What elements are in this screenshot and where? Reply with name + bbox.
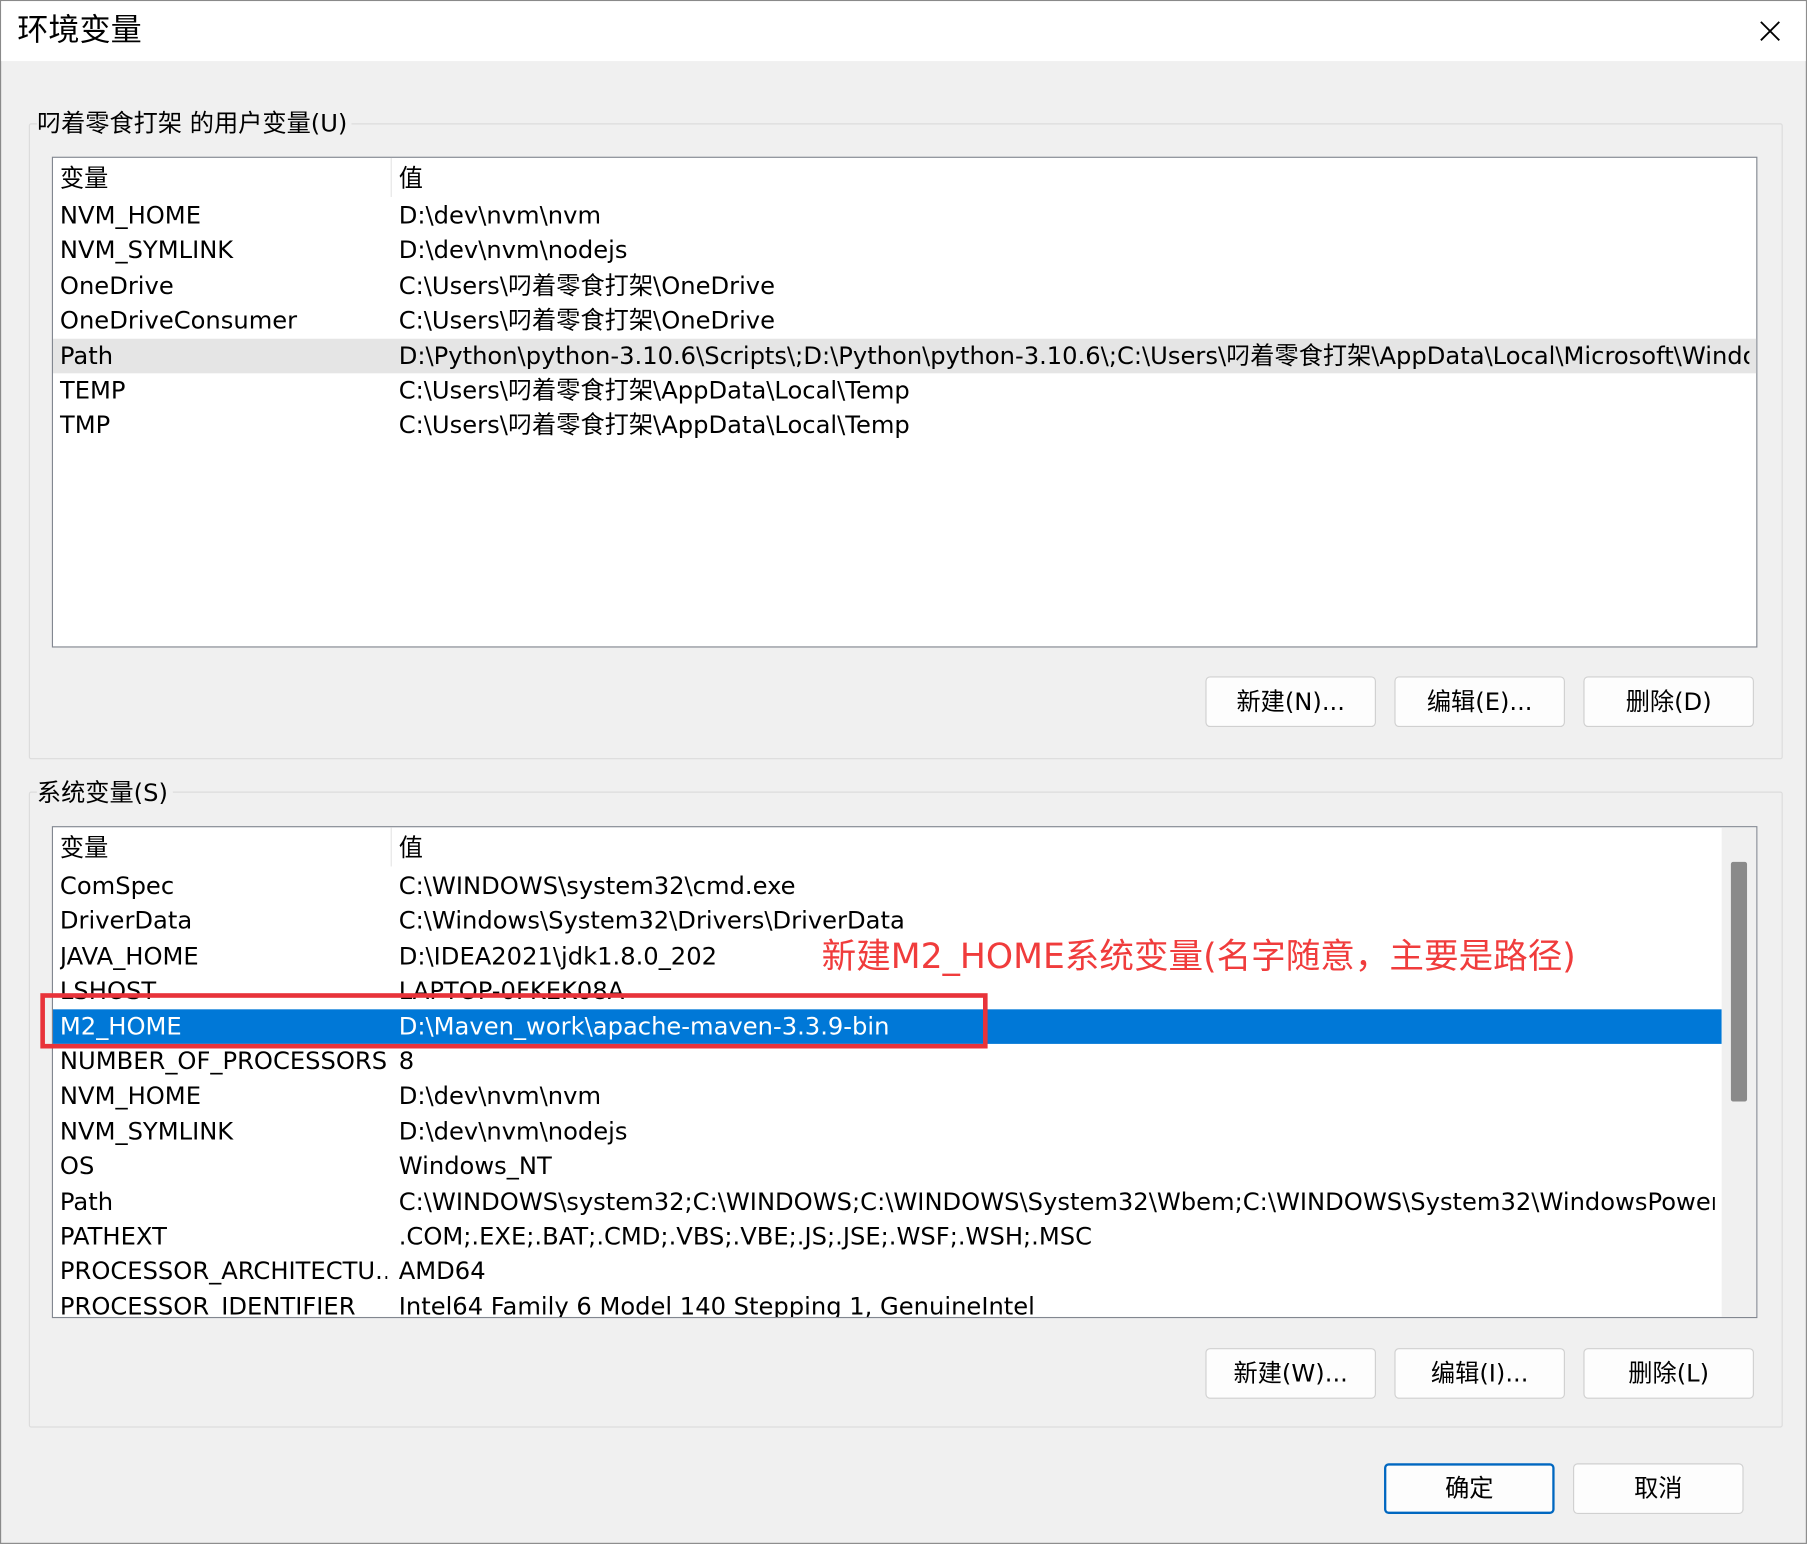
variable-value-cell: C:\Windows\System32\Drivers\DriverData [398,907,905,935]
window-title: 环境变量 [17,12,142,49]
variable-value-cell: C:\Users\叼着零食打架\AppData\Local\Temp [398,376,910,405]
variable-value-cell: Windows_NT [398,1152,552,1181]
column-header-variable[interactable]: 变量 [60,827,108,868]
variable-name-cell: JAVA_HOME [59,942,199,970]
list-row[interactable]: OS Windows_NT [53,1149,1722,1184]
variable-value-cell: C:\Users\叼着零食打架\OneDrive [398,306,776,335]
column-separator[interactable] [390,827,392,867]
variable-value-cell: C:\Users\叼着零食打架\OneDrive [398,271,776,300]
list-row[interactable]: TMP C:\Users\叼着零食打架\AppData\Local\Temp [53,408,1756,443]
variable-name-cell: Path [59,341,114,370]
variable-value-cell: AMD64 [398,1257,486,1286]
list-row[interactable]: ComSpec C:\WINDOWS\system32\cmd.exe [53,869,1722,904]
variable-value-cell: D:\dev\nvm\nvm [398,1082,602,1111]
annotation-highlight-box [40,993,988,1049]
variable-name-cell: PROCESSOR_ARCHITECTU... [59,1257,388,1286]
variable-name-cell: PROCESSOR_IDENTIFIER [59,1292,356,1319]
variable-name-cell: NVM_SYMLINK [59,236,234,265]
variable-value-cell: Intel64 Family 6 Model 140 Stepping 1, G… [398,1292,1035,1319]
variable-name-cell: PATHEXT [59,1222,167,1251]
cancel-button[interactable]: 取消 [1573,1463,1744,1514]
user-delete-button[interactable]: 删除(D) [1583,676,1754,728]
list-row[interactable]: NVM_SYMLINK D:\dev\nvm\nodejs [53,1114,1722,1149]
environment-variables-dialog: 环境变量 叼着零食打架 的用户变量(U) 变量 值 NVM_HOME D:\dev… [0,0,1807,1544]
list-row[interactable]: PROCESSOR_IDENTIFIER Intel64 Family 6 Mod… [53,1289,1722,1319]
variable-value-cell: D:\Python\python-3.10.6\Scripts\;D:\Pyth… [398,341,1750,370]
variable-value-cell: 8 [398,1047,415,1076]
system-delete-button[interactable]: 删除(L) [1583,1348,1754,1399]
close-button[interactable] [1734,1,1805,61]
variable-value-cell: D:\dev\nvm\nodejs [398,236,628,265]
column-separator[interactable] [390,157,392,198]
variable-name-cell: NVM_HOME [59,201,201,230]
user-new-button[interactable]: 新建(N)... [1205,676,1376,728]
list-row[interactable]: OneDriveConsumer C:\Users\叼着零食打架\OneDrive [53,303,1756,338]
variable-name-cell: OneDriveConsumer [59,306,298,335]
variable-name-cell: OneDrive [59,271,174,300]
variable-value-cell: C:\WINDOWS\system32\cmd.exe [398,872,796,900]
list-row[interactable]: TEMP C:\Users\叼着零食打架\AppData\Local\Temp [53,373,1756,408]
user-variables-label: 叼着零食打架 的用户变量(U) [36,107,352,140]
variable-value-cell: D:\dev\nvm\nodejs [398,1117,628,1146]
variable-name-cell: Path [59,1187,114,1216]
annotation-text: 新建M2_HOME系统变量(名字随意，主要是路径) [821,936,1576,978]
system-variables-list[interactable]: 变量 值 ComSpec C:\WINDOWS\system32\cmd.exe D… [51,826,1758,1319]
list-row[interactable]: Path D:\Python\python-3.10.6\Scripts\;D:\… [53,338,1757,374]
list-row[interactable]: NVM_HOME D:\dev\nvm\nvm [53,198,1756,233]
system-variables-label: 系统变量(S) [36,776,173,809]
list-row[interactable]: NVM_SYMLINK D:\dev\nvm\nodejs [53,233,1756,268]
variable-name-cell: TEMP [59,376,126,405]
list-row[interactable]: PATHEXT .COM;.EXE;.BAT;.CMD;.VBS;.VBE;.JS… [53,1219,1722,1254]
user-edit-button[interactable]: 编辑(E)... [1394,676,1565,728]
variable-name-cell: NVM_SYMLINK [59,1117,234,1146]
list-row[interactable]: NVM_HOME D:\dev\nvm\nvm [53,1079,1722,1114]
ok-button[interactable]: 确定 [1384,1463,1555,1514]
list-row[interactable]: NUMBER_OF_PROCESSORS 8 [53,1044,1722,1079]
variable-value-cell: .COM;.EXE;.BAT;.CMD;.VBS;.VBE;.JS;.JSE;.… [398,1222,1093,1251]
variable-name-cell: DriverData [59,907,193,935]
variable-value-cell: D:\dev\nvm\nvm [398,201,602,230]
variable-value-cell: C:\WINDOWS\system32;C:\WINDOWS;C:\WINDOW… [398,1187,1715,1216]
system-edit-button[interactable]: 编辑(I)... [1394,1348,1565,1399]
system-new-button[interactable]: 新建(W)... [1205,1348,1376,1399]
title-bar: 环境变量 [1,1,1806,62]
variable-name-cell: TMP [59,411,111,440]
variable-name-cell: ComSpec [59,872,175,900]
variable-name-cell: NUMBER_OF_PROCESSORS [59,1047,388,1076]
list-row[interactable]: PROCESSOR_ARCHITECTU... AMD64 [53,1254,1722,1289]
column-header-value[interactable]: 值 [399,158,423,199]
user-list-header: 变量 值 [53,157,1756,199]
list-row[interactable]: Path C:\WINDOWS\system32;C:\WINDOWS;C:\WI… [53,1184,1722,1219]
vertical-scrollbar[interactable] [1721,827,1757,1317]
user-variables-list[interactable]: 变量 值 NVM_HOME D:\dev\nvm\nvm NVM_SYMLINK D:… [51,156,1758,648]
column-header-value[interactable]: 值 [399,827,423,868]
variable-name-cell: OS [59,1152,95,1181]
list-row[interactable]: OneDrive C:\Users\叼着零食打架\OneDrive [53,268,1756,303]
system-list-header: 变量 值 [53,827,1722,868]
variable-name-cell: NVM_HOME [59,1082,201,1111]
close-icon [1760,21,1780,41]
column-header-variable[interactable]: 变量 [60,158,108,199]
scrollbar-thumb[interactable] [1730,861,1748,1102]
variable-value-cell: C:\Users\叼着零食打架\AppData\Local\Temp [398,411,910,440]
